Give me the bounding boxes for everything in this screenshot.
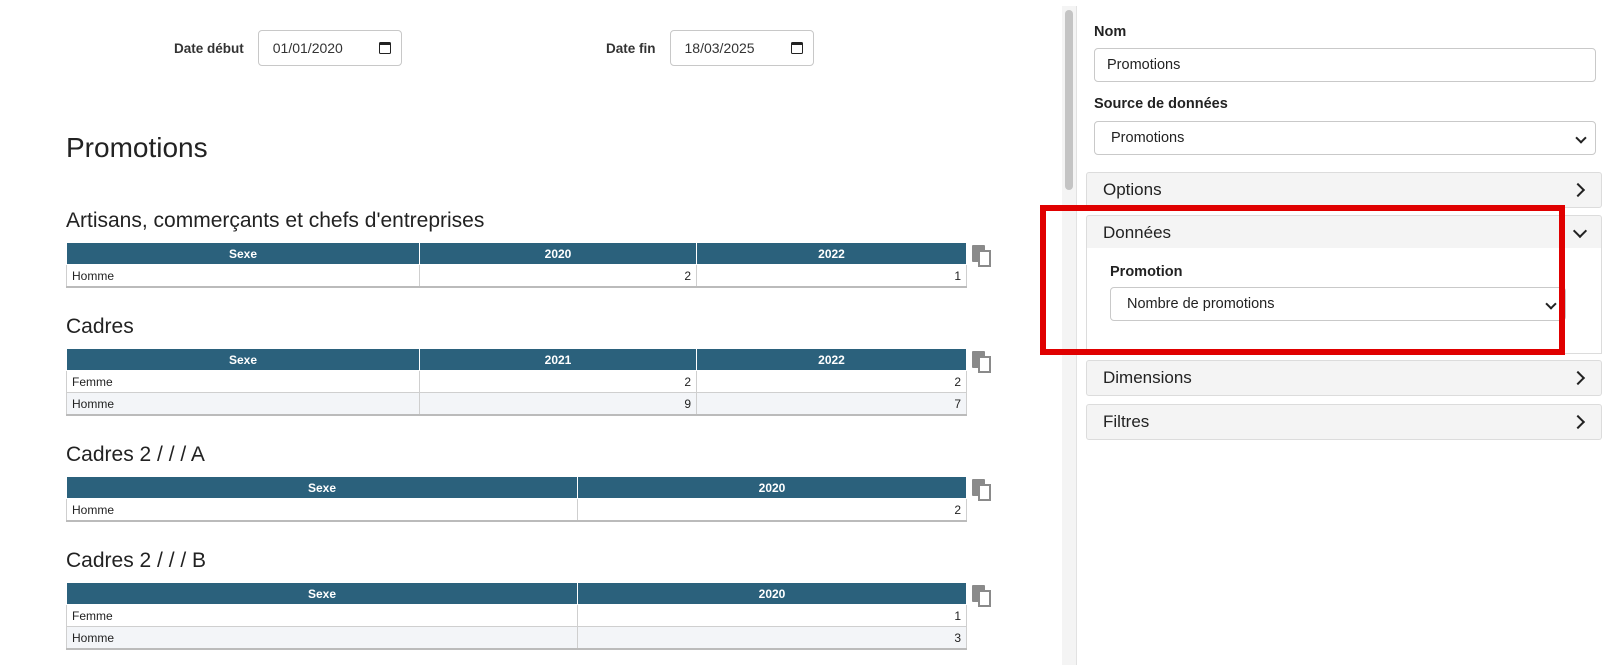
data-table: Sexe 2021 2022 Femme 2 2 Homme 9 7 <box>66 348 967 416</box>
table-row: Homme 2 1 <box>66 264 967 288</box>
chevron-right-icon <box>1570 182 1586 198</box>
end-date-label: Date fin <box>606 40 656 56</box>
table-cell: Femme <box>66 370 420 393</box>
chevron-down-icon <box>1545 298 1557 310</box>
copy-icon[interactable] <box>970 584 994 608</box>
name-input-value: Promotions <box>1107 57 1181 73</box>
end-date-group: Date fin 18/03/2025 <box>606 30 814 66</box>
promotion-label: Promotion <box>1110 264 1183 280</box>
table-header-row: Sexe 2021 2022 <box>66 348 967 371</box>
column-header: 2022 <box>696 242 967 265</box>
chevron-down-icon <box>1572 223 1588 239</box>
copy-icon[interactable] <box>970 350 994 374</box>
data-table: Sexe 2020 Femme 1 Homme 3 <box>66 582 967 650</box>
accordion-filtres-label: Filtres <box>1103 412 1150 431</box>
calendar-icon[interactable] <box>378 42 391 54</box>
report-section: Cadres Sexe 2021 2022 Femme 2 2 Homme 9 … <box>66 314 1060 416</box>
chevron-right-icon <box>1570 370 1586 386</box>
column-header: 2020 <box>577 476 967 499</box>
table-cell: Femme <box>66 604 578 627</box>
report-section: Artisans, commerçants et chefs d'entrepr… <box>66 208 1060 288</box>
accordion-options[interactable]: Options <box>1086 172 1602 208</box>
section-title: Cadres 2 / / / B <box>66 549 207 572</box>
table-cell: 3 <box>577 626 967 650</box>
start-date-input[interactable]: 01/01/2020 <box>257 30 402 66</box>
table-row: Femme 1 <box>66 604 967 627</box>
table-row: Femme 2 2 <box>66 370 967 393</box>
table-cell: 2 <box>577 498 967 522</box>
table-header-row: Sexe 2020 <box>66 476 967 499</box>
table-cell: 2 <box>419 370 697 393</box>
table-row: Homme 3 <box>66 626 967 650</box>
table-cell: Homme <box>66 264 420 288</box>
chevron-down-icon <box>1575 132 1587 144</box>
accordion-options-label: Options <box>1103 180 1162 199</box>
end-date-value: 18/03/2025 <box>684 40 755 56</box>
section-title: Cadres 2 / / / A <box>66 443 205 466</box>
section-title: Cadres <box>66 315 134 338</box>
accordion-donnees-label: Données <box>1103 223 1172 242</box>
table-cell: 1 <box>696 264 967 288</box>
name-label: Nom <box>1094 24 1127 40</box>
report-area: Date début 01/01/2020 Date fin 18/03/202… <box>0 0 1060 665</box>
table-cell: 7 <box>696 392 967 416</box>
table-header-row: Sexe 2020 <box>66 582 967 605</box>
report-title: Promotions <box>66 132 208 163</box>
column-header: 2020 <box>577 582 967 605</box>
table-cell: Homme <box>66 498 578 522</box>
report-scrollbar[interactable] <box>1062 6 1077 665</box>
promotion-select-value: Nombre de promotions <box>1127 296 1275 312</box>
config-panel: Nom Promotions Source de données Promoti… <box>1086 0 1606 665</box>
start-date-group: Date début 01/01/2020 <box>174 30 402 66</box>
accordion-donnees[interactable]: Données <box>1086 215 1602 251</box>
data-table: Sexe 2020 2022 Homme 2 1 <box>66 242 967 288</box>
table-header-row: Sexe 2020 2022 <box>66 242 967 265</box>
column-header: Sexe <box>66 242 420 265</box>
accordion-dimensions-label: Dimensions <box>1103 368 1192 387</box>
table-row: Homme 2 <box>66 498 967 522</box>
calendar-icon[interactable] <box>790 42 803 54</box>
chevron-right-icon <box>1570 414 1586 430</box>
column-header: 2020 <box>419 242 697 265</box>
column-header: 2021 <box>419 348 697 371</box>
copy-icon[interactable] <box>970 478 994 502</box>
source-select-value: Promotions <box>1111 130 1185 146</box>
table-cell: 2 <box>419 264 697 288</box>
data-table: Sexe 2020 Homme 2 <box>66 476 967 522</box>
start-date-value: 01/01/2020 <box>272 40 343 56</box>
accordion-filtres[interactable]: Filtres <box>1086 404 1602 440</box>
column-header: 2022 <box>696 348 967 371</box>
column-header: Sexe <box>66 582 578 605</box>
column-header: Sexe <box>66 476 578 499</box>
column-header: Sexe <box>66 348 420 371</box>
end-date-input[interactable]: 18/03/2025 <box>669 30 814 66</box>
table-row: Homme 9 7 <box>66 392 967 416</box>
report-section: Cadres 2 / / / B Sexe 2020 Femme 1 Homme… <box>66 548 1060 650</box>
section-title: Artisans, commerçants et chefs d'entrepr… <box>66 209 485 232</box>
donnees-panel-body: Promotion Nombre de promotions <box>1086 248 1602 354</box>
accordion-dimensions[interactable]: Dimensions <box>1086 360 1602 396</box>
table-cell: 1 <box>577 604 967 627</box>
scrollbar-thumb[interactable] <box>1065 10 1073 190</box>
name-input[interactable]: Promotions <box>1094 48 1596 82</box>
table-cell: Homme <box>66 392 420 416</box>
source-label: Source de données <box>1094 96 1228 112</box>
copy-icon[interactable] <box>970 244 994 268</box>
table-cell: 2 <box>696 370 967 393</box>
source-select[interactable]: Promotions <box>1094 121 1596 155</box>
table-cell: Homme <box>66 626 578 650</box>
start-date-label: Date début <box>174 40 244 56</box>
table-cell: 9 <box>419 392 697 416</box>
promotion-select[interactable]: Nombre de promotions <box>1110 287 1566 321</box>
report-section: Cadres 2 / / / A Sexe 2020 Homme 2 <box>66 442 1060 522</box>
